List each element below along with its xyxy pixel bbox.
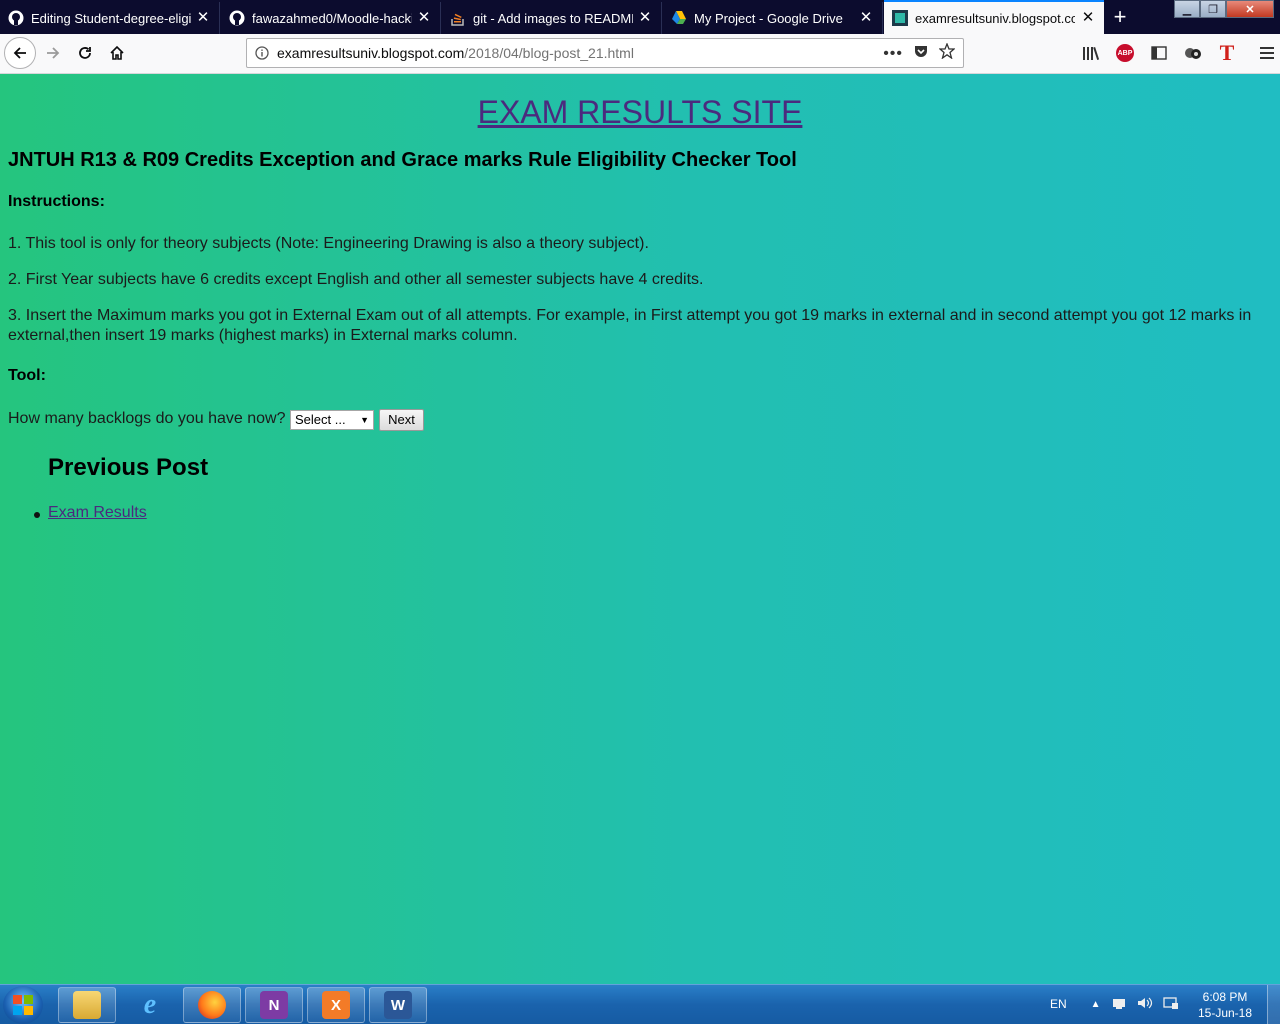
tray-expand-icon[interactable]: ▲ — [1091, 999, 1101, 1010]
reload-button[interactable] — [70, 38, 100, 68]
translate-extension-icon[interactable]: T — [1216, 40, 1238, 65]
firefox-icon — [198, 991, 226, 1019]
backlogs-select[interactable]: Select ... ▼ — [290, 410, 374, 430]
navigation-bar: examresultsuniv.blogspot.com/2018/04/blo… — [0, 34, 1280, 74]
reload-icon — [79, 47, 91, 59]
tab-git-readme[interactable]: git - Add images to README.n ✕ — [442, 2, 662, 34]
xampp-icon: X — [322, 991, 350, 1019]
taskbar-internet-explorer[interactable]: e — [121, 987, 179, 1023]
action-center-icon[interactable] — [1162, 996, 1179, 1013]
url-bar[interactable]: examresultsuniv.blogspot.com/2018/04/blo… — [246, 38, 964, 68]
tab-label: Editing Student-degree-eligibi — [31, 10, 191, 26]
previous-post-heading: Previous Post — [48, 454, 209, 481]
tab-label: examresultsuniv.blogspot.com — [915, 10, 1075, 26]
next-button[interactable]: Next — [379, 409, 424, 431]
close-icon[interactable]: ✕ — [637, 10, 653, 26]
tab-moodle-hacking[interactable]: fawazahmed0/Moodle-hackin ✕ — [221, 2, 441, 34]
back-button[interactable] — [4, 37, 36, 69]
taskbar-file-explorer[interactable] — [58, 987, 116, 1023]
clock-time: 6:08 PM — [1202, 990, 1248, 1004]
google-drive-icon — [671, 10, 687, 26]
url-host: examresultsuniv.blogspot.com — [277, 45, 465, 61]
info-icon[interactable] — [247, 46, 277, 60]
tab-label: My Project - Google Drive — [694, 10, 843, 26]
clock-date: 15-Jun-18 — [1197, 1006, 1253, 1020]
tab-examresults[interactable]: examresultsuniv.blogspot.com ✕ — [884, 0, 1104, 34]
instructions-heading: Instructions: — [8, 193, 105, 210]
extension-icon[interactable] — [1182, 42, 1204, 64]
language-indicator[interactable]: EN — [1050, 997, 1067, 1011]
taskbar-word[interactable]: W — [369, 987, 427, 1023]
adblock-plus-icon[interactable]: ABP — [1114, 42, 1136, 64]
restore-button[interactable]: ❐ — [1200, 0, 1226, 18]
home-button[interactable] — [102, 38, 132, 68]
stackoverflow-icon — [450, 10, 466, 26]
list-bullet — [34, 512, 40, 518]
previous-post-link[interactable]: Exam Results — [48, 504, 147, 522]
close-icon[interactable]: ✕ — [195, 10, 211, 26]
toolbar-icons: ABP T — [1080, 38, 1278, 68]
word-icon: W — [384, 991, 412, 1019]
network-icon[interactable] — [1111, 996, 1127, 1013]
onenote-icon: N — [260, 991, 288, 1019]
window-close-button[interactable]: ✕ — [1226, 0, 1274, 18]
windows-taskbar: e N X W EN ▲ 6:08 PM 15-Jun-18 — [0, 984, 1280, 1024]
github-icon — [229, 10, 245, 26]
volume-icon[interactable] — [1137, 996, 1153, 1013]
show-desktop-button[interactable] — [1267, 985, 1280, 1024]
blogger-icon — [892, 10, 908, 26]
github-icon — [8, 10, 24, 26]
taskbar-firefox[interactable] — [183, 987, 241, 1023]
instruction-item: 3. Insert the Maximum marks you got in E… — [8, 307, 1252, 344]
internet-explorer-icon: e — [143, 989, 157, 1020]
close-icon[interactable]: ✕ — [858, 10, 874, 26]
backlogs-question: How many backlogs do you have now? — [8, 410, 286, 427]
tab-label: git - Add images to README.n — [473, 10, 633, 26]
tab-strip: Editing Student-degree-eligibi ✕ fawazah… — [0, 0, 1280, 34]
page-content: EXAM RESULTS SITE JNTUH R13 & R09 Credit… — [0, 74, 1280, 984]
tab-google-drive[interactable]: My Project - Google Drive ✕ — [663, 2, 883, 34]
start-button[interactable] — [3, 986, 43, 1024]
url-text: examresultsuniv.blogspot.com/2018/04/blo… — [277, 45, 634, 61]
close-icon[interactable]: ✕ — [416, 10, 432, 26]
hamburger-menu-icon[interactable] — [1256, 42, 1278, 64]
tab-editing-student[interactable]: Editing Student-degree-eligibi ✕ — [0, 2, 220, 34]
system-tray: EN ▲ — [1050, 985, 1179, 1023]
new-tab-button[interactable]: + — [1108, 6, 1132, 28]
post-title: JNTUH R13 & R09 Credits Exception and Gr… — [8, 149, 797, 171]
pocket-icon[interactable] — [913, 43, 929, 64]
close-icon[interactable]: ✕ — [1080, 10, 1096, 26]
home-icon — [110, 45, 124, 60]
tool-heading: Tool: — [8, 367, 46, 384]
bookmark-star-icon[interactable] — [938, 42, 956, 64]
minimize-button[interactable]: ▁ — [1174, 0, 1200, 18]
forward-arrow-icon — [47, 47, 60, 59]
instruction-item: 1. This tool is only for theory subjects… — [8, 235, 649, 252]
select-value: Select ... — [295, 412, 346, 427]
forward-button[interactable] — [38, 38, 68, 68]
page-actions-icon[interactable]: ••• — [883, 45, 903, 63]
tab-label: fawazahmed0/Moodle-hackin — [252, 10, 412, 26]
site-title: EXAM RESULTS SITE — [0, 94, 1280, 131]
taskbar-xampp[interactable]: X — [307, 987, 365, 1023]
dropdown-arrow-icon: ▼ — [360, 415, 369, 425]
clock[interactable]: 6:08 PM 15-Jun-18 — [1190, 989, 1260, 1021]
sidebar-icon[interactable] — [1148, 42, 1170, 64]
back-arrow-icon — [13, 47, 26, 59]
window-controls: ▁ ❐ ✕ — [1174, 0, 1274, 20]
instruction-item: 2. First Year subjects have 6 credits ex… — [8, 271, 704, 288]
file-explorer-icon — [73, 991, 101, 1019]
url-path: /2018/04/blog-post_21.html — [464, 45, 634, 61]
library-icon[interactable] — [1080, 42, 1102, 64]
windows-logo-icon — [13, 995, 33, 1015]
taskbar-onenote[interactable]: N — [245, 987, 303, 1023]
site-title-link[interactable]: EXAM RESULTS SITE — [478, 94, 803, 130]
